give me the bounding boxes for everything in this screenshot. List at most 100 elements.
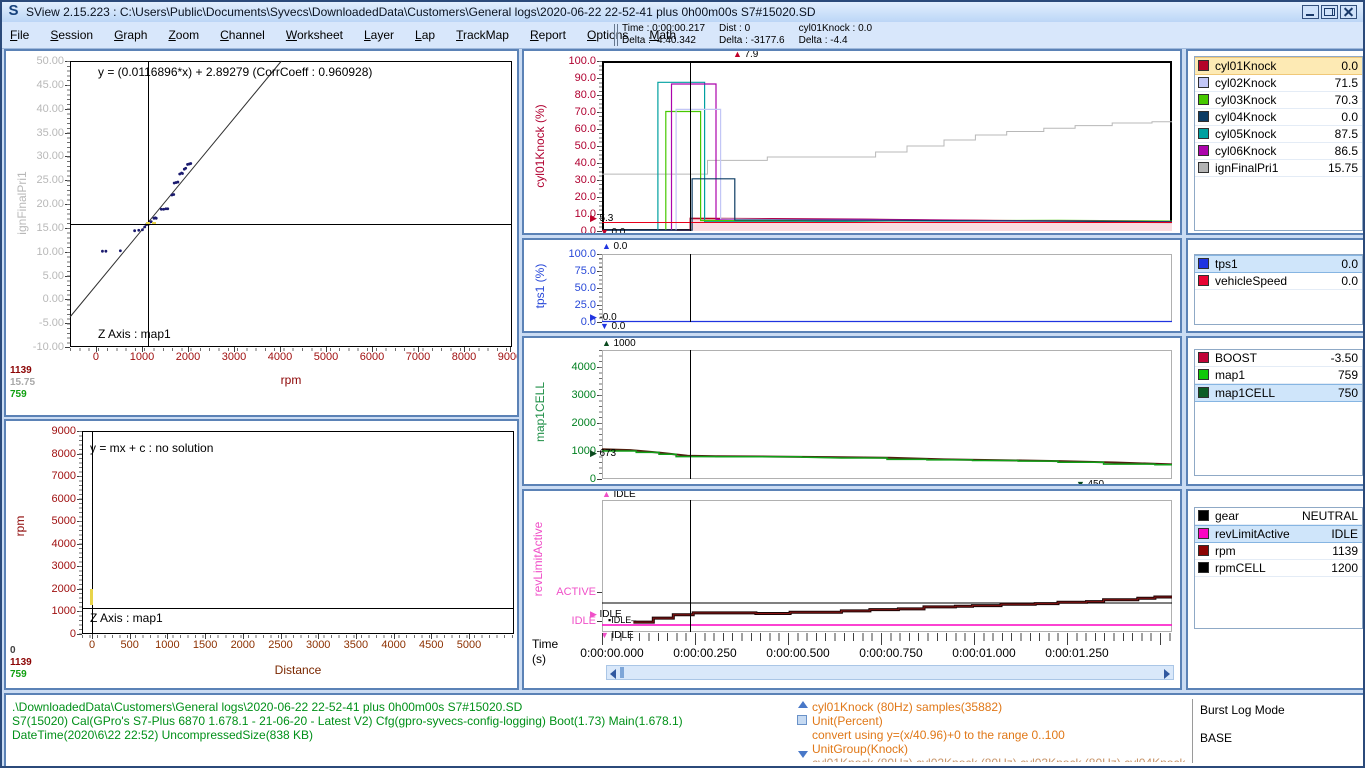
- y-tick-label: 4000: [30, 538, 76, 550]
- channel-row-rpmCELL[interactable]: rpmCELL1200: [1195, 560, 1362, 577]
- chart-traces: [602, 254, 1172, 322]
- x-tick-label: 4000: [374, 639, 414, 651]
- y-tick-label: 50.0: [550, 140, 596, 152]
- time-axis-unit: (s): [532, 652, 546, 666]
- time-tick-label: 0:00:00.250: [665, 646, 745, 660]
- scroll-right-icon[interactable]: [1164, 669, 1170, 679]
- y-axis-name: map1CELL: [533, 342, 547, 482]
- scroll-left-icon[interactable]: [610, 669, 616, 679]
- log-file-info-line: S7(15020) Cal(GPro's S7-Plus 6870 1.678.…: [12, 714, 683, 728]
- map1cell-chart-panel[interactable]: 40003000200010000map1CELL▲ 1000▶ 673▼ 45…: [522, 336, 1182, 486]
- menu-worksheet[interactable]: Worksheet: [286, 28, 343, 42]
- channel-row-revLimitActive[interactable]: revLimitActiveIDLE: [1195, 525, 1362, 543]
- channel-value: 87.5: [1335, 127, 1358, 141]
- channel-row-tps1[interactable]: tps10.0: [1195, 255, 1362, 273]
- scroll-down-icon[interactable]: [798, 751, 808, 758]
- channel-row-cyl03Knock[interactable]: cyl03Knock70.3: [1195, 92, 1362, 109]
- title-bar[interactable]: S SView 2.15.223 : C:\Users\Public\Docum…: [2, 2, 1363, 23]
- channel-row-map1[interactable]: map1759: [1195, 367, 1362, 384]
- cyl01knock-chart-panel[interactable]: 100.090.080.070.060.050.040.030.020.010.…: [522, 49, 1182, 235]
- channel-row-vehicleSpeed[interactable]: vehicleSpeed0.0: [1195, 273, 1362, 290]
- scroll-up-icon[interactable]: [798, 701, 808, 708]
- cursor-readout: 759: [10, 389, 27, 400]
- channel-row-ignFinalPri1[interactable]: ignFinalPri115.75: [1195, 160, 1362, 177]
- menu-layer[interactable]: Layer: [364, 28, 394, 42]
- crosshair-vertical: [690, 61, 691, 231]
- cursor-readout: 0: [10, 645, 16, 656]
- menu-session[interactable]: Session: [50, 28, 93, 42]
- tps1-chart-panel[interactable]: 100.075.050.025.00.0tps1 (%)▲ 0.0▶ -0.0▼…: [522, 238, 1182, 333]
- menu-zoom[interactable]: Zoom: [168, 28, 199, 42]
- y-tick-label: 60.0: [550, 123, 596, 135]
- channel-row-cyl02Knock[interactable]: cyl02Knock71.5: [1195, 75, 1362, 92]
- channel-info: cyl01Knock (80Hz) samples(35882)Unit(Per…: [812, 700, 1185, 762]
- y-tick-label: -5.00: [18, 317, 64, 329]
- scatter-rpm-vs-distance-panel[interactable]: 9000800070006000500040003000200010000050…: [4, 419, 519, 690]
- x-tick-label: 4500: [411, 639, 451, 651]
- chart-traces: [602, 350, 1172, 479]
- x-minor-ticks: [70, 348, 512, 351]
- y-tick-label: 75.0: [550, 265, 596, 277]
- channel-row-cyl06Knock[interactable]: cyl06Knock86.5: [1195, 143, 1362, 160]
- cursor-cell-marker: [90, 589, 93, 605]
- channel-row-cyl04Knock[interactable]: cyl04Knock0.0: [1195, 109, 1362, 126]
- min-marker: ▼ 0.0: [600, 321, 625, 332]
- y-tick-label: 90.0: [550, 72, 596, 84]
- log-mode-value: BASE: [1200, 731, 1232, 745]
- y-tick-label: 80.0: [550, 89, 596, 101]
- x-tick-label: 0: [72, 639, 112, 651]
- menu-lap[interactable]: Lap: [415, 28, 435, 42]
- channel-row-rpm[interactable]: rpm1139: [1195, 543, 1362, 560]
- time-tick-label: 0:00:01.000: [944, 646, 1024, 660]
- cursor-status-col-0: Time : 0:00:00.217Delta : -4:40.342: [622, 23, 705, 47]
- channel-color-swatch: [1198, 545, 1209, 556]
- channel-row-BOOST[interactable]: BOOST-3.50: [1195, 350, 1362, 367]
- restore-button[interactable]: [1321, 5, 1338, 19]
- channel-name: cyl02Knock: [1215, 76, 1276, 90]
- cursor-cell-marker: [146, 222, 150, 224]
- chart-traces: [602, 500, 1172, 632]
- scroll-thumb[interactable]: [620, 667, 624, 678]
- channel-row-map1CELL[interactable]: map1CELL750: [1195, 384, 1362, 402]
- scroll-thumb[interactable]: [797, 715, 807, 725]
- close-button[interactable]: [1340, 5, 1357, 19]
- channel-value: 0.0: [1341, 274, 1358, 288]
- channel-value: IDLE: [1331, 527, 1358, 541]
- x-axis-name: Distance: [268, 663, 328, 677]
- cursor-readout: 1139: [10, 657, 32, 668]
- y-axis-name: rpm: [13, 456, 27, 596]
- time-tick-label: 0:00:00.750: [851, 646, 931, 660]
- time-scrollbar[interactable]: [606, 665, 1174, 680]
- cursor-marker: ▶ 5.3: [590, 213, 613, 224]
- channel-name: map1: [1215, 368, 1245, 382]
- x-tick-label: 3500: [336, 639, 376, 651]
- menu-channel[interactable]: Channel: [220, 28, 265, 42]
- cursor-marker: ▶ 673: [590, 448, 616, 459]
- channel-name: map1CELL: [1215, 386, 1275, 400]
- max-marker-icon: ▲: [602, 489, 611, 499]
- y-tick-label: 5000: [30, 515, 76, 527]
- menu-trackmap[interactable]: TrackMap: [456, 28, 509, 42]
- menu-file[interactable]: File: [10, 28, 29, 42]
- channel-info-line: Unit(Percent): [812, 714, 1185, 728]
- x-tick-label: 7000: [398, 351, 438, 363]
- channel-row-cyl01Knock[interactable]: cyl01Knock0.0: [1195, 57, 1362, 75]
- y-tick-label: 50.00: [18, 55, 64, 67]
- revlimitactive-chart-panel[interactable]: ACTIVEIDLErevLimitActive▲ IDLE▶ IDLE▼ ID…: [522, 489, 1182, 690]
- minimize-button[interactable]: [1302, 5, 1319, 19]
- crosshair-horizontal: [70, 224, 512, 225]
- y-tick-label: 0.0: [550, 225, 596, 235]
- log-mode-title: Burst Log Mode: [1200, 703, 1285, 717]
- menu-report[interactable]: Report: [530, 28, 566, 42]
- channel-row-gear[interactable]: gearNEUTRAL: [1195, 508, 1362, 525]
- y-tick-label: 30.0: [550, 174, 596, 186]
- channel-info-scrollbar[interactable]: [797, 699, 808, 763]
- y-tick-label: 100.0: [550, 248, 596, 260]
- scatter-ign-vs-rpm-panel[interactable]: 50.0045.0040.0035.0030.0025.0020.0015.00…: [4, 49, 519, 417]
- fit-equation-label: y = mx + c : no solution: [90, 441, 213, 455]
- z-axis-label: Z Axis : map1: [90, 611, 163, 625]
- menu-graph[interactable]: Graph: [114, 28, 147, 42]
- channel-row-cyl05Knock[interactable]: cyl05Knock87.5: [1195, 126, 1362, 143]
- z-axis-label: Z Axis : map1: [98, 327, 171, 341]
- channel-value: 70.3: [1335, 93, 1358, 107]
